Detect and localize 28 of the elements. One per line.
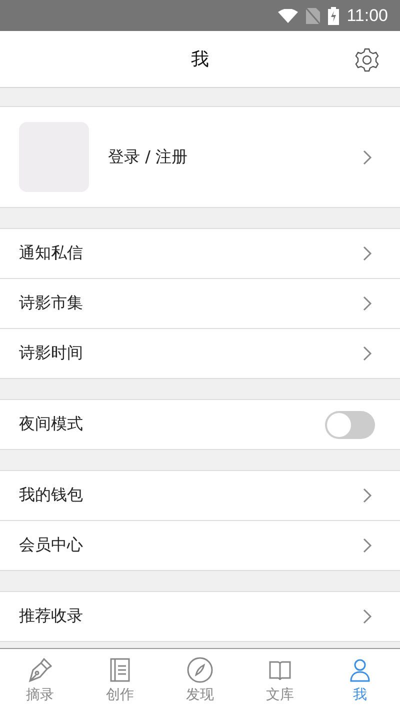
- menu-item[interactable]: 通知私信: [0, 229, 400, 279]
- chevron-icon: [363, 246, 372, 261]
- setting-label: 夜间模式: [19, 414, 84, 435]
- menu-item[interactable]: 推荐收录: [0, 592, 400, 641]
- menu-item[interactable]: 诗影市集: [0, 279, 400, 329]
- nav-tab[interactable]: 文库: [240, 649, 320, 711]
- menu-item[interactable]: 我的钱包: [0, 471, 400, 521]
- compass-icon: [186, 656, 214, 684]
- nav-tab[interactable]: 发现: [160, 649, 240, 711]
- chevron-icon: [363, 150, 372, 164]
- no-sim-icon: [306, 8, 320, 24]
- menu-item[interactable]: 诗影时间: [0, 329, 400, 378]
- battery-icon: [328, 6, 339, 24]
- nav-tab[interactable]: 创作: [80, 649, 160, 711]
- nav-tab[interactable]: 摘录: [0, 649, 80, 711]
- chevron-icon: [363, 538, 372, 553]
- chevron-icon: [363, 346, 372, 361]
- pen-nib-icon: [26, 656, 54, 684]
- clock-time: 11:00: [346, 6, 388, 26]
- chevron-icon: [363, 488, 372, 503]
- page-title: 我: [191, 48, 209, 71]
- login-row[interactable]: 登录 / 注册: [0, 106, 400, 208]
- settings-icon[interactable]: [354, 47, 380, 73]
- toggle-switch[interactable]: [325, 410, 375, 438]
- menu-item[interactable]: 会员中心: [0, 521, 400, 570]
- chevron-icon: [363, 609, 372, 624]
- wifi-icon: [278, 8, 298, 22]
- chevron-icon: [363, 296, 372, 311]
